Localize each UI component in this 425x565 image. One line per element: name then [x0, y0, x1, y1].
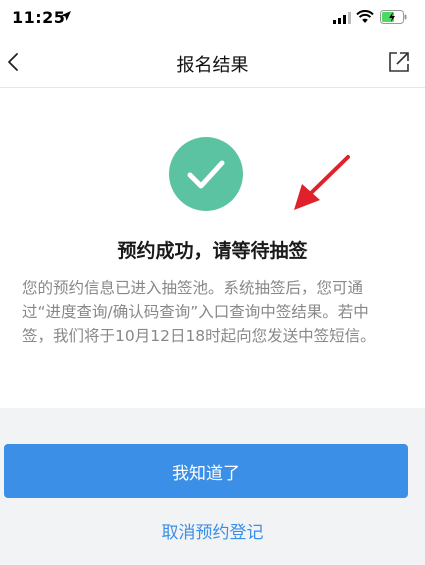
wifi-icon [356, 10, 374, 23]
annotation-arrow-icon [294, 155, 350, 210]
share-external-icon[interactable] [388, 51, 410, 73]
navigation-bar: 报名结果 [0, 36, 425, 88]
status-bar: 11:25 [0, 0, 425, 36]
location-arrow-icon [61, 11, 71, 21]
battery-charging-icon [380, 10, 407, 24]
result-title: 预约成功，请等待抽签 [117, 240, 308, 262]
result-panel: 预约成功，请等待抽签 您的预约信息已进入抽签池。系统抽签后，您可通过“进度查询/… [0, 88, 425, 408]
page-title: 报名结果 [176, 55, 249, 76]
confirm-button[interactable]: 我知道了 [4, 444, 408, 498]
cancel-reservation-link[interactable]: 取消预约登记 [0, 518, 425, 543]
status-time: 11:25 [12, 8, 66, 27]
result-description: 您的预约信息已进入抽签池。系统抽签后，您可通过“进度查询/确认码查询”入口查询中… [22, 279, 376, 345]
check-circle-icon [169, 137, 243, 211]
signal-icon [333, 12, 351, 24]
action-area: 我知道了 取消预约登记 [0, 408, 425, 565]
